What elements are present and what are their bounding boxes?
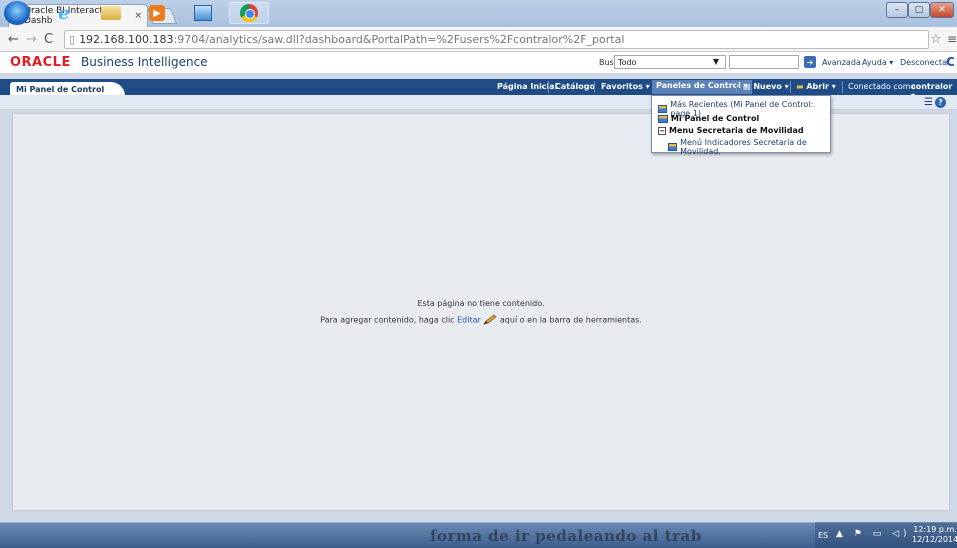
nav-separator — [842, 81, 843, 93]
bookmark-star-icon[interactable]: ☆ — [930, 32, 942, 47]
folder-icon: ▬ — [796, 82, 804, 91]
nav-separator — [736, 81, 737, 93]
new-icon: ▤ — [743, 82, 751, 91]
menu-folder-label: Menu Secretaria de Movilidad — [669, 126, 804, 135]
logout-link[interactable]: Desconectar — [900, 58, 950, 67]
menu-folder-movilidad[interactable]: − Menu Secretaria de Movilidad — [658, 126, 804, 135]
nav-open-label: Abrir — [806, 82, 829, 91]
control-panel-icon[interactable] — [183, 2, 223, 24]
minimize-button[interactable]: – — [886, 2, 908, 18]
tray-icons[interactable]: ▲ ⚑ ▭ ◁) — [836, 529, 911, 539]
close-window-button[interactable]: ✕ — [930, 2, 954, 18]
start-button[interactable] — [4, 1, 30, 25]
nav-open[interactable]: ▬ Abrir ▾ — [796, 82, 836, 91]
menu-icon[interactable]: ≡ — [947, 32, 957, 46]
dashboards-dropdown-menu: Más Recientes (Mi Panel de Control: page… — [651, 95, 831, 156]
oracle-c-icon: C — [946, 55, 955, 69]
nav-separator — [594, 81, 595, 93]
page-options-icon[interactable]: ☰ — [924, 97, 933, 108]
address-toolbar: ← → C ▯ 192.168.100.183:9704/analytics/s… — [0, 27, 957, 52]
chrome-icon[interactable] — [229, 2, 269, 24]
clock[interactable]: 12:19 p.m. 12/12/2014 — [912, 525, 957, 545]
wallpaper-text: forma de ir pedaleando al trab — [430, 527, 702, 545]
back-arrow-icon[interactable]: ← — [8, 32, 19, 47]
media-player-icon[interactable]: ▶ — [137, 2, 177, 24]
dashboard-icon — [658, 114, 668, 123]
collapse-icon[interactable]: − — [658, 126, 666, 135]
reload-icon[interactable]: C — [44, 32, 53, 47]
user-name: contralor — [911, 82, 953, 91]
help-icon[interactable]: ? — [934, 97, 946, 108]
empty-page-message: Esta página no tiene contenido. — [417, 299, 545, 308]
nav-favorites[interactable]: Favoritos ▾ — [601, 82, 650, 91]
clock-date: 12/12/2014 — [912, 535, 957, 544]
signed-in-label: Conectado como — [848, 82, 916, 91]
edit-link[interactable]: Editar — [457, 316, 481, 325]
page-icon: ▯ — [69, 33, 76, 46]
nav-separator — [548, 81, 549, 93]
menu-item-indicadores-label: Menú Indicadores Secretaría de Movilidad… — [680, 138, 807, 156]
add-content-instruction: Para agregar contenido, haga clic Editar… — [13, 315, 949, 325]
nav-new[interactable]: ▤ Nuevo ▾ — [743, 82, 789, 91]
dashboard-icon — [668, 143, 678, 151]
page-options: ☰? — [924, 97, 946, 108]
url-path: :9704/analytics/saw.dll?dashboard&Portal… — [173, 33, 625, 46]
dashboard-icon — [658, 105, 668, 113]
file-explorer-icon[interactable] — [91, 2, 131, 24]
search-input[interactable] — [729, 55, 799, 69]
help-menu-label: Ayuda — [862, 58, 887, 67]
nav-separator — [790, 81, 791, 93]
search-go-icon[interactable]: ➔ — [804, 56, 816, 68]
nav-dashboards-label: Paneles de Control — [656, 81, 741, 90]
internet-explorer-icon[interactable]: e — [44, 2, 84, 24]
nav-favorites-label: Favoritos — [601, 82, 643, 91]
instruction-prefix: Para agregar contenido, haga clic — [320, 315, 455, 325]
chevron-down-icon: ▼ — [712, 57, 719, 66]
forward-arrow-icon[interactable]: → — [26, 32, 37, 47]
maximize-button[interactable]: ▢ — [908, 2, 930, 18]
help-menu[interactable]: Ayuda ▾ — [862, 58, 893, 67]
menu-item-my-dashboard-label: Mi Panel de Control — [671, 114, 760, 123]
dashboard-content: Esta página no tiene contenido. Para agr… — [12, 113, 950, 511]
advanced-search-link[interactable]: Avanzada — [822, 58, 861, 67]
clock-time: 12:19 p.m. — [913, 525, 957, 534]
product-title: Business Intelligence — [81, 55, 208, 69]
language-indicator[interactable]: ES — [818, 531, 828, 540]
menu-item-indicadores[interactable]: Menú Indicadores Secretaría de Movilidad… — [668, 138, 830, 156]
url-host: 192.168.100.183 — [79, 33, 174, 46]
nav-catalog[interactable]: Catálogo — [555, 82, 595, 91]
nav-new-label: Nuevo — [753, 82, 782, 91]
url-input[interactable]: ▯ 192.168.100.183:9704/analytics/saw.dll… — [64, 30, 929, 49]
dashboard-tab-mi-panel[interactable]: Mi Panel de Control — [10, 82, 125, 96]
obiee-header: ORACLE Business Intelligence Buscar Todo… — [0, 52, 957, 74]
search-scope-value: Todo — [618, 57, 637, 67]
search-scope-select[interactable]: Todo ▼ — [614, 55, 726, 69]
menu-item-my-dashboard[interactable]: Mi Panel de Control — [658, 114, 759, 123]
pencil-icon[interactable] — [483, 315, 497, 325]
instruction-suffix: aquí o en la barra de herramientas. — [499, 315, 642, 325]
oracle-logo: ORACLE — [10, 55, 71, 70]
